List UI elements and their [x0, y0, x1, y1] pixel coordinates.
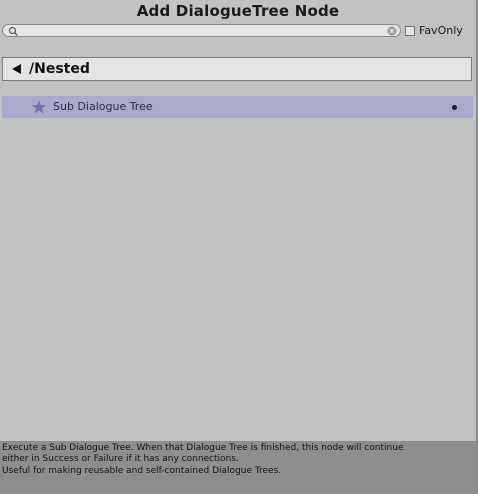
breadcrumb-path: /Nested — [29, 61, 90, 77]
clear-search-icon[interactable] — [387, 26, 397, 36]
description-line-3: Useful for making reusable and self-cont… — [2, 466, 282, 476]
back-arrow-icon[interactable] — [11, 63, 23, 75]
selected-dot-icon — [452, 105, 457, 110]
fav-only-label: FavOnly — [419, 24, 463, 37]
description-panel: Execute a Sub Dialogue Tree. When that D… — [0, 441, 476, 494]
search-icon — [8, 26, 18, 36]
description-line-2: either in Success or Failure if it has a… — [2, 454, 239, 464]
search-field[interactable] — [2, 24, 401, 37]
list-item-label: Sub Dialogue Tree — [53, 100, 153, 113]
search-input[interactable] — [21, 25, 381, 36]
description-line-1: Execute a Sub Dialogue Tree. When that D… — [2, 443, 404, 453]
window-title: Add DialogueTree Node — [136, 2, 340, 20]
list-item-sub-dialogue-tree[interactable]: Sub Dialogue Tree — [2, 96, 473, 118]
search-row: FavOnly — [2, 24, 476, 40]
breadcrumb[interactable]: /Nested — [2, 57, 472, 81]
star-icon — [32, 100, 46, 114]
fav-only-checkbox[interactable] — [405, 26, 415, 36]
node-browser-window: Add DialogueTree Node FavOnly /Nested Su… — [0, 0, 478, 494]
